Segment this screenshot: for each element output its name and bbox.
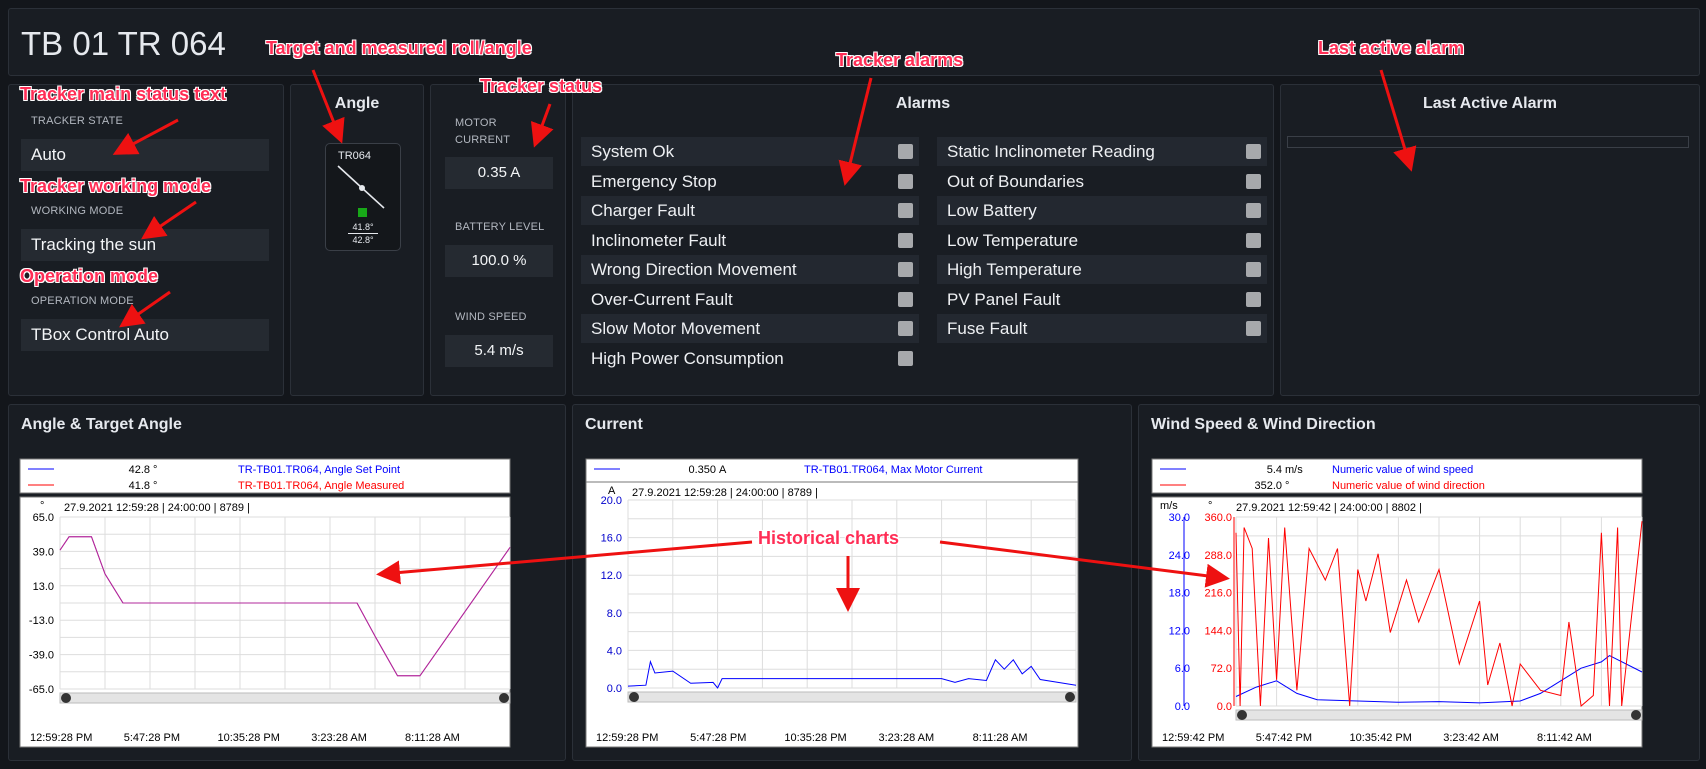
- legend-value-0: 0.350: [688, 464, 716, 476]
- legend-value-0: 5.4: [1267, 464, 1282, 476]
- scroll-right-icon: [1065, 692, 1075, 702]
- x-tick-label: 10:35:28 PM: [784, 732, 846, 744]
- x-tick-label: 10:35:42 PM: [1350, 732, 1412, 744]
- y-unit: A: [608, 485, 616, 497]
- x-tick-label: 5:47:42 PM: [1256, 732, 1312, 744]
- chart-header-text: 27.9.2021 12:59:28 | 24:00:00 | 8789 |: [64, 502, 250, 514]
- x-tick-label: 8:11:42 AM: [1537, 732, 1592, 744]
- legend-value-0: 42.8: [129, 464, 150, 476]
- scrollbar-track: [59, 692, 511, 704]
- x-tick-label: 3:23:42 AM: [1443, 732, 1499, 744]
- legend-series-name-1: Numeric value of wind direction: [1332, 480, 1485, 492]
- chart-header-text: 27.9.2021 12:59:28 | 24:00:00 | 8789 |: [632, 487, 818, 499]
- y-tick-label: -13.0: [29, 615, 54, 627]
- legend-series-name-0: TR-TB01.TR064, Angle Set Point: [238, 464, 400, 476]
- annotation-tracker-status: Tracker status: [480, 76, 603, 96]
- annotation-tracker-alarms: Tracker alarms: [836, 50, 964, 70]
- y-tick-label: 12.0: [601, 570, 622, 582]
- scrollbar-track: [627, 691, 1077, 703]
- scrollbar-track: [1235, 709, 1643, 721]
- y-tick-label: 18.0: [1169, 588, 1190, 600]
- charts-layer: 42.8 ° TR-TB01.TR064, Angle Set Point41.8 °…: [19, 458, 1643, 748]
- chart-header-text: 27.9.2021 12:59:42 | 24:00:00 | 8802 |: [1236, 502, 1422, 514]
- x-tick-label: 3:23:28 AM: [311, 732, 367, 744]
- y-tick-label: -65.0: [29, 684, 54, 696]
- legend-value-1: 41.8: [129, 480, 150, 492]
- scroll-right-icon: [499, 693, 509, 703]
- x-tick-label: 12:59:28 PM: [596, 732, 658, 744]
- x-tick-label: 12:59:28 PM: [30, 732, 92, 744]
- y-tick-label: 39.0: [33, 546, 54, 558]
- y-tick-label-right: 216.0: [1204, 588, 1232, 600]
- y-tick-label-right: 0.0: [1217, 701, 1232, 713]
- y-tick-label: 30.0: [1169, 512, 1190, 524]
- x-tick-label: 5:47:28 PM: [690, 732, 746, 744]
- y-tick-label: 0.0: [607, 683, 622, 695]
- scroll-left-icon: [1237, 710, 1247, 720]
- y-tick-label: 65.0: [33, 512, 54, 524]
- y-tick-label: 4.0: [607, 645, 622, 657]
- y-tick-label-right: 288.0: [1204, 550, 1232, 562]
- y-tick-label: 24.0: [1169, 550, 1190, 562]
- x-tick-label: 12:59:42 PM: [1162, 732, 1224, 744]
- y-tick-label: 12.0: [1169, 625, 1190, 637]
- annotation-last-alarm: Last active alarm: [1318, 38, 1465, 58]
- legend-unit-1: °: [1285, 480, 1289, 492]
- legend-series-name-0: Numeric value of wind speed: [1332, 464, 1473, 476]
- y-tick-label: -39.0: [29, 650, 54, 662]
- legend-series-name-1: TR-TB01.TR064, Angle Measured: [238, 480, 404, 492]
- y-tick-label: 16.0: [601, 533, 622, 545]
- y-tick-label: 0.0: [1175, 701, 1190, 713]
- legend-value-1: 352.0: [1254, 480, 1282, 492]
- scroll-right-icon: [1631, 710, 1641, 720]
- x-tick-label: 5:47:28 PM: [124, 732, 180, 744]
- legend-series-name-0: TR-TB01.TR064, Max Motor Current: [804, 464, 983, 476]
- x-tick-label: 8:11:28 AM: [973, 732, 1028, 744]
- y-tick-label-right: 360.0: [1204, 512, 1232, 524]
- y-unit: °: [40, 500, 44, 512]
- legend-unit-0: m/s: [1285, 464, 1303, 476]
- y-tick-label-right: 144.0: [1204, 625, 1232, 637]
- scroll-left-icon: [61, 693, 71, 703]
- x-tick-label: 8:11:28 AM: [405, 732, 460, 744]
- y-unit-right: °: [1208, 500, 1212, 512]
- x-tick-label: 3:23:28 AM: [879, 732, 935, 744]
- y-tick-label: 13.0: [33, 581, 54, 593]
- legend-unit-0: °: [153, 464, 157, 476]
- legend-unit-0: A: [719, 464, 727, 476]
- annotation-main-status: Tracker main status text: [20, 84, 227, 104]
- legend-unit-1: °: [153, 480, 157, 492]
- annotation-working-mode: Tracker working mode: [20, 176, 212, 196]
- scroll-left-icon: [629, 692, 639, 702]
- annotation-operation-mode: Operation mode: [20, 266, 159, 286]
- annotation-target-angle: Target and measured roll/angle: [266, 38, 532, 58]
- y-unit-left: m/s: [1160, 500, 1178, 512]
- x-tick-label: 10:35:28 PM: [218, 732, 280, 744]
- y-tick-label: 8.0: [607, 608, 622, 620]
- y-tick-label: 6.0: [1175, 663, 1190, 675]
- annotation-historical: Historical charts: [758, 528, 900, 548]
- chart-area: [585, 481, 1079, 748]
- y-tick-label-right: 72.0: [1211, 663, 1232, 675]
